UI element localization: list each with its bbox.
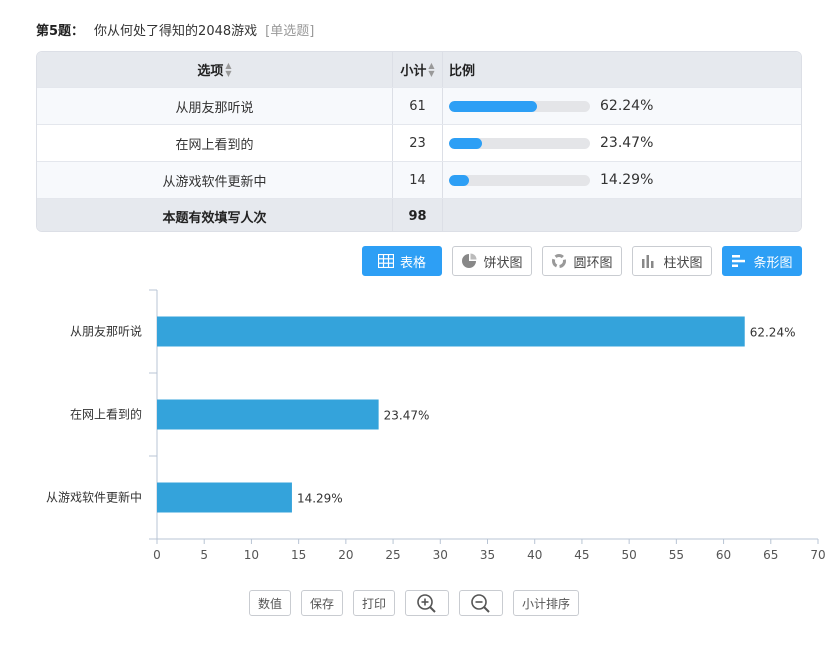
bar	[157, 316, 745, 347]
x-tick-label: 65	[763, 548, 778, 562]
table-row: 从游戏软件更新中 14 14.29%	[37, 162, 801, 199]
donut-chart-icon	[552, 254, 567, 268]
question-title: 第5题： 你从何处了得知的2048游戏 [单选题]	[36, 20, 314, 39]
ratio-cell: 23.47%	[442, 125, 801, 161]
header-ratio: 比例	[442, 52, 801, 87]
category-label: 从朋友那听说	[70, 324, 142, 339]
column-view-label: 柱状图	[663, 255, 703, 271]
bar-chart-svg: 从朋友那听说 62.24% 在网上看到的 23.47% 从游戏软件更新中 14.29% 0 5…	[46, 289, 826, 562]
header-option[interactable]: 选项 ▲ ▼	[37, 52, 392, 87]
count-cell: 61	[392, 88, 442, 124]
donut-view-button[interactable]: 圆环图	[542, 246, 622, 276]
x-tick-label: 0	[153, 548, 161, 562]
x-tick-label: 30	[433, 548, 448, 562]
zoom-out-button[interactable]	[459, 590, 503, 616]
progress-fill	[449, 137, 483, 149]
option-cell: 从朋友那听说	[175, 100, 254, 116]
x-tick-label: 50	[622, 548, 637, 562]
percent-label: 62.24%	[600, 98, 654, 114]
progress-fill	[449, 100, 537, 112]
table-icon	[377, 254, 394, 268]
value-button[interactable]: 数值	[249, 590, 291, 616]
progress-fill	[449, 174, 470, 186]
bar	[157, 482, 292, 513]
header-count[interactable]: 小计 ▲ ▼	[392, 52, 442, 87]
category-label: 从游戏软件更新中	[46, 490, 142, 505]
x-tick-label: 40	[527, 548, 542, 562]
footer-label: 本题有效填写人次	[162, 210, 267, 226]
zoom-in-icon	[417, 594, 436, 613]
print-button[interactable]: 打印	[353, 590, 395, 616]
x-tick-label: 5	[200, 548, 208, 562]
x-tick-label: 60	[716, 548, 731, 562]
pie-view-button[interactable]: 饼状图	[452, 246, 532, 276]
pie-chart-icon	[462, 253, 477, 268]
zoom-out-icon	[471, 594, 490, 613]
count-cell: 14	[392, 162, 442, 198]
bar	[157, 399, 379, 430]
data-label: 62.24%	[750, 326, 796, 340]
x-tick-label: 55	[669, 548, 684, 562]
question-text: 你从何处了得知的2048游戏	[94, 24, 258, 39]
data-label: 23.47%	[384, 409, 430, 423]
footer-total: 98	[392, 199, 442, 231]
question-type: [单选题]	[265, 24, 315, 39]
sort-icon[interactable]: ▲ ▼	[428, 61, 434, 78]
bar-chart-icon	[732, 255, 746, 267]
column-chart-icon	[642, 255, 654, 268]
x-tick-label: 15	[291, 548, 306, 562]
x-tick-label: 20	[338, 548, 353, 562]
x-tick-label: 45	[574, 548, 589, 562]
count-cell: 23	[392, 125, 442, 161]
bar-chart: 从朋友那听说 62.24% 在网上看到的 23.47% 从游戏软件更新中 14.29% 0 5…	[0, 285, 840, 565]
table-row: 在网上看到的 23 23.47%	[37, 125, 801, 162]
ratio-cell: 14.29%	[442, 162, 801, 198]
x-tick-label: 10	[244, 548, 259, 562]
zoom-in-button[interactable]	[405, 590, 449, 616]
header-ratio-label: 比例	[449, 64, 476, 79]
chart-toolbar: 数值 保存 打印 小计排序	[0, 590, 840, 616]
save-button[interactable]: 保存	[301, 590, 343, 616]
bar-view-label: 条形图	[753, 255, 793, 271]
category-label: 在网上看到的	[70, 407, 142, 422]
bar-view-button[interactable]: 条形图	[722, 246, 802, 276]
table-view-label: 表格	[399, 255, 426, 271]
ratio-cell: 62.24%	[442, 88, 801, 124]
table-header: 选项 ▲ ▼ 小计 ▲ ▼ 比例	[37, 52, 801, 88]
option-cell: 在网上看到的	[175, 137, 254, 153]
donut-view-label: 圆环图	[573, 255, 613, 271]
x-tick-label: 70	[810, 548, 825, 562]
percent-label: 14.29%	[600, 172, 654, 188]
table-row: 从朋友那听说 61 62.24%	[37, 88, 801, 125]
data-label: 14.29%	[297, 492, 343, 506]
view-toggle-bar: 表格 饼状图 圆环图 柱状图 条形图	[0, 246, 840, 276]
results-table: 选项 ▲ ▼ 小计 ▲ ▼ 比例 从朋友那听说 61 62.24% 在网上看到的 2…	[36, 51, 802, 232]
sort-icon[interactable]: ▲ ▼	[225, 61, 231, 78]
progress-bar	[449, 137, 590, 149]
pie-view-label: 饼状图	[483, 255, 523, 271]
x-tick-label: 25	[385, 548, 400, 562]
header-count-label: 小计	[400, 64, 427, 79]
progress-bar	[449, 174, 590, 186]
table-view-button[interactable]: 表格	[362, 246, 442, 276]
header-option-label: 选项	[197, 64, 224, 79]
question-number: 第5题：	[36, 24, 85, 39]
option-cell: 从游戏软件更新中	[162, 174, 267, 190]
x-tick-label: 35	[480, 548, 495, 562]
column-view-button[interactable]: 柱状图	[632, 246, 712, 276]
table-footer: 本题有效填写人次 98	[37, 199, 801, 231]
footer-empty	[442, 199, 801, 231]
progress-bar	[449, 100, 590, 112]
percent-label: 23.47%	[600, 135, 654, 151]
sort-by-count-button[interactable]: 小计排序	[513, 590, 579, 616]
